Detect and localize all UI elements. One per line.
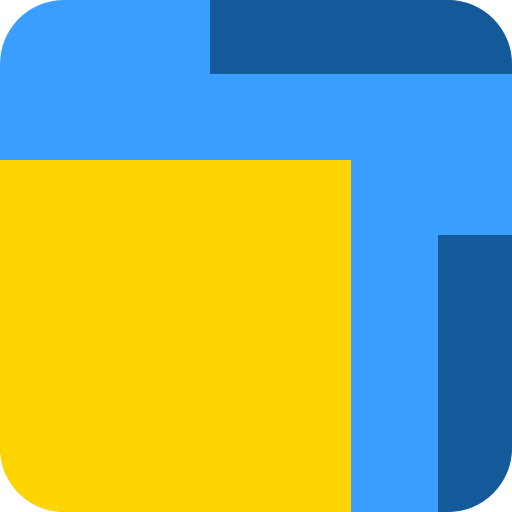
- dark-blue-top-band: [210, 0, 512, 74]
- dark-blue-right-column: [438, 235, 512, 512]
- app-icon-tile[interactable]: [0, 0, 512, 512]
- yellow-panel: [0, 160, 351, 512]
